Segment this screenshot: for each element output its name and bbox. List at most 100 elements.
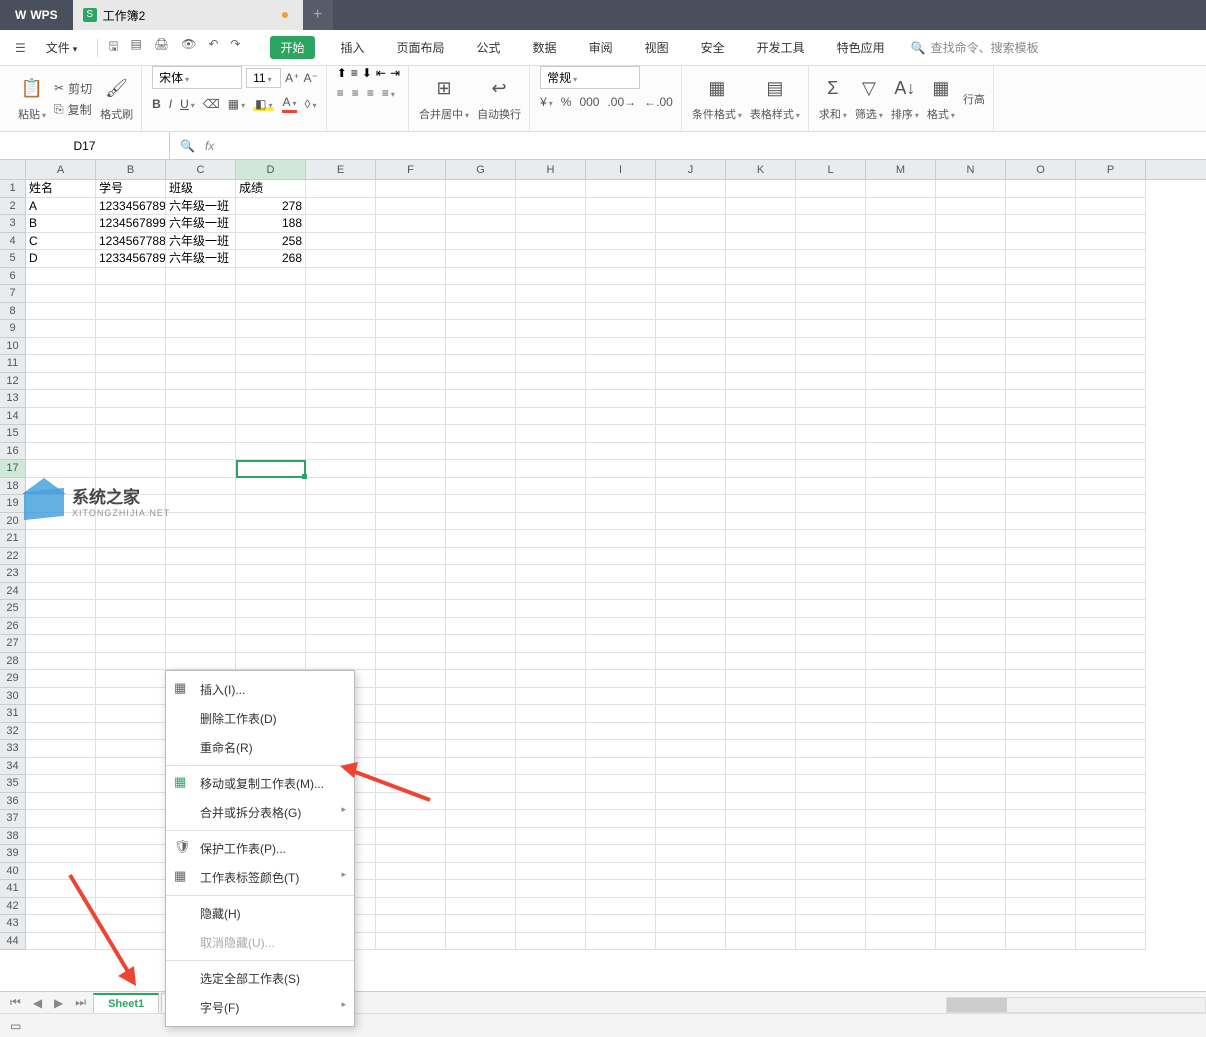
cell[interactable] [936,338,1006,356]
cell[interactable] [446,775,516,793]
cell[interactable] [446,495,516,513]
cell[interactable] [26,478,96,496]
tab-insert[interactable]: 插入 [335,35,371,60]
col-header-A[interactable]: A [26,160,96,179]
cell[interactable] [516,635,586,653]
cell[interactable] [936,863,1006,881]
cell[interactable] [796,915,866,933]
cell[interactable] [96,338,166,356]
cell[interactable] [376,723,446,741]
cell[interactable] [376,583,446,601]
row-header[interactable]: 7 [0,285,26,303]
cell[interactable] [306,215,376,233]
cell[interactable] [866,653,936,671]
cell[interactable] [726,513,796,531]
cell[interactable] [1076,600,1146,618]
number-format-select[interactable]: 常规 [540,66,640,89]
cell[interactable] [936,408,1006,426]
cell[interactable] [866,618,936,636]
cell[interactable] [1076,338,1146,356]
col-header-K[interactable]: K [726,160,796,179]
cell[interactable] [1006,758,1076,776]
cell[interactable] [936,250,1006,268]
cell[interactable] [656,723,726,741]
row-header[interactable]: 36 [0,793,26,811]
cell[interactable] [446,723,516,741]
file-menu[interactable]: 文件 [36,35,88,60]
cell[interactable] [726,250,796,268]
bold-button[interactable]: B [152,97,161,111]
cell[interactable] [376,793,446,811]
cell[interactable] [586,828,656,846]
cell[interactable] [376,443,446,461]
row-header[interactable]: 15 [0,425,26,443]
cell[interactable] [1006,775,1076,793]
print-preview-icon[interactable]: 👁 [181,37,196,58]
cell[interactable] [866,268,936,286]
cell[interactable] [166,373,236,391]
cell[interactable] [446,583,516,601]
cell[interactable] [166,635,236,653]
tab-page-layout[interactable]: 页面布局 [391,35,451,60]
cell[interactable] [236,548,306,566]
cell[interactable] [26,355,96,373]
cell[interactable] [656,670,726,688]
cell[interactable] [656,898,726,916]
cell[interactable] [516,268,586,286]
cell[interactable] [446,915,516,933]
cell[interactable] [586,565,656,583]
cell[interactable] [1006,845,1076,863]
cell[interactable] [446,338,516,356]
cell[interactable] [1006,355,1076,373]
cell[interactable] [936,303,1006,321]
row-header[interactable]: 41 [0,880,26,898]
cell[interactable] [236,285,306,303]
row-header[interactable]: 17 [0,460,26,478]
cell[interactable] [796,530,866,548]
cell[interactable] [376,863,446,881]
cell[interactable] [656,618,726,636]
cell[interactable] [166,425,236,443]
cell[interactable] [656,758,726,776]
cell[interactable] [726,425,796,443]
decrease-decimal-button[interactable]: ←.00 [644,95,673,109]
cell[interactable] [866,915,936,933]
cell[interactable] [936,320,1006,338]
ctx-insert[interactable]: ▦插入(I)... [166,675,354,704]
cell[interactable] [796,688,866,706]
cell[interactable] [1076,513,1146,531]
cell[interactable] [656,688,726,706]
cell[interactable] [1076,740,1146,758]
cell[interactable] [96,670,166,688]
cell[interactable] [446,635,516,653]
cell[interactable] [516,758,586,776]
cell[interactable] [1076,408,1146,426]
cell[interactable] [376,530,446,548]
cell[interactable] [1076,863,1146,881]
cell[interactable] [936,355,1006,373]
cell[interactable] [236,600,306,618]
cell[interactable] [166,355,236,373]
cell[interactable] [586,390,656,408]
cell[interactable] [236,425,306,443]
font-size-select[interactable]: 11 [246,68,281,88]
sort-button[interactable]: A↓ 排序 [891,76,919,122]
pinyin-button[interactable]: ◊ [305,97,317,111]
comma-button[interactable]: 000 [579,95,599,109]
cell[interactable] [446,548,516,566]
tab-special[interactable]: 特色应用 [831,35,891,60]
cell[interactable] [796,758,866,776]
cell[interactable] [866,425,936,443]
cell[interactable] [866,250,936,268]
cell[interactable] [376,565,446,583]
hamburger-icon[interactable]: ☰ [10,41,31,55]
cell[interactable]: 班级 [166,180,236,198]
cell[interactable] [96,320,166,338]
cell[interactable] [726,530,796,548]
cell[interactable] [166,548,236,566]
cell[interactable] [726,338,796,356]
cell[interactable] [26,758,96,776]
cell[interactable] [656,583,726,601]
cell[interactable] [1006,495,1076,513]
cell[interactable] [936,793,1006,811]
